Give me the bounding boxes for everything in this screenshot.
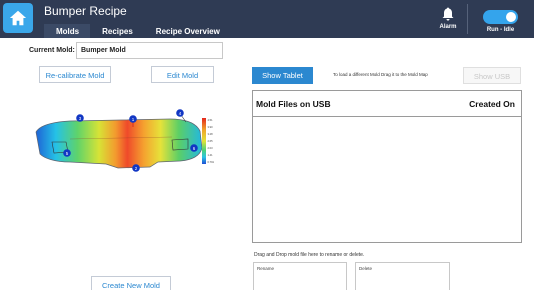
alarm-button[interactable]: Alarm (435, 7, 461, 30)
delete-drop-zone[interactable]: Delete (355, 262, 450, 290)
marker-4[interactable]: 4 (176, 109, 184, 117)
tab-molds[interactable]: Molds (44, 24, 91, 38)
rename-label: Rename (257, 266, 275, 271)
marker-1[interactable]: 1 (129, 115, 137, 123)
marker-5[interactable]: 5 (63, 149, 71, 157)
svg-text:2.03: 2.03 (208, 146, 214, 150)
run-toggle[interactable] (483, 10, 518, 24)
bumper-shape (35, 118, 203, 169)
svg-text:3.28: 3.28 (208, 132, 214, 136)
toggle-knob (506, 12, 516, 22)
rename-drop-zone[interactable]: Rename (253, 262, 347, 290)
current-mold-label: Current Mold: (29, 47, 75, 54)
app-title: Bumper Recipe (44, 4, 127, 18)
show-usb-button[interactable]: Show USB (463, 67, 521, 84)
header-divider (467, 4, 468, 34)
usb-mold-files-table: Mold Files on USB Created On (252, 90, 522, 243)
svg-text:4.51: 4.51 (208, 118, 214, 122)
app-header: Bumper Recipe Molds Recipes Recipe Overv… (0, 0, 534, 38)
svg-text:2.65: 2.65 (208, 139, 214, 143)
color-scale-labels: 4.51 3.90 3.28 2.65 2.03 1.41 0.791 (208, 118, 215, 164)
column-header-file: Mold Files on USB (256, 99, 331, 109)
drag-to-load-hint: To load a different Mold Drag it to the … (333, 72, 428, 77)
tab-recipe-overview[interactable]: Recipe Overview (144, 24, 231, 38)
svg-text:0.791: 0.791 (208, 160, 215, 164)
edit-mold-button[interactable]: Edit Mold (151, 66, 214, 83)
bell-icon (442, 7, 454, 21)
marker-3[interactable]: 3 (76, 114, 84, 122)
home-button[interactable] (3, 3, 33, 33)
marker-2[interactable]: 2 (132, 164, 140, 172)
column-header-created-on: Created On (469, 99, 515, 109)
current-mold-field[interactable]: Bumper Mold (76, 42, 223, 59)
run-status-label: Run - Idle (486, 27, 515, 33)
color-scale-bar (202, 118, 206, 164)
home-icon (9, 10, 27, 26)
main-nav: Molds Recipes Recipe Overview (44, 24, 231, 38)
tab-recipes[interactable]: Recipes (90, 24, 144, 38)
drop-zone-hint: Drag and Drop mold file here to rename o… (254, 252, 365, 258)
marker-6[interactable]: 6 (190, 144, 198, 152)
recalibrate-mold-button[interactable]: Re-calibrate Mold (39, 66, 111, 83)
svg-text:3.90: 3.90 (208, 125, 214, 129)
mold-map[interactable]: 1 2 3 4 5 6 4.51 3.90 3.28 2.65 2.03 1.4… (30, 104, 215, 184)
create-new-mold-button[interactable]: Create New Mold (91, 276, 171, 290)
app-window: Bumper Recipe Molds Recipes Recipe Overv… (0, 0, 534, 290)
show-tablet-button[interactable]: Show Tablet (252, 67, 313, 84)
delete-label: Delete (359, 266, 373, 271)
table-header: Mold Files on USB Created On (253, 91, 521, 117)
svg-text:1.41: 1.41 (208, 153, 214, 157)
alarm-label: Alarm (439, 24, 457, 30)
